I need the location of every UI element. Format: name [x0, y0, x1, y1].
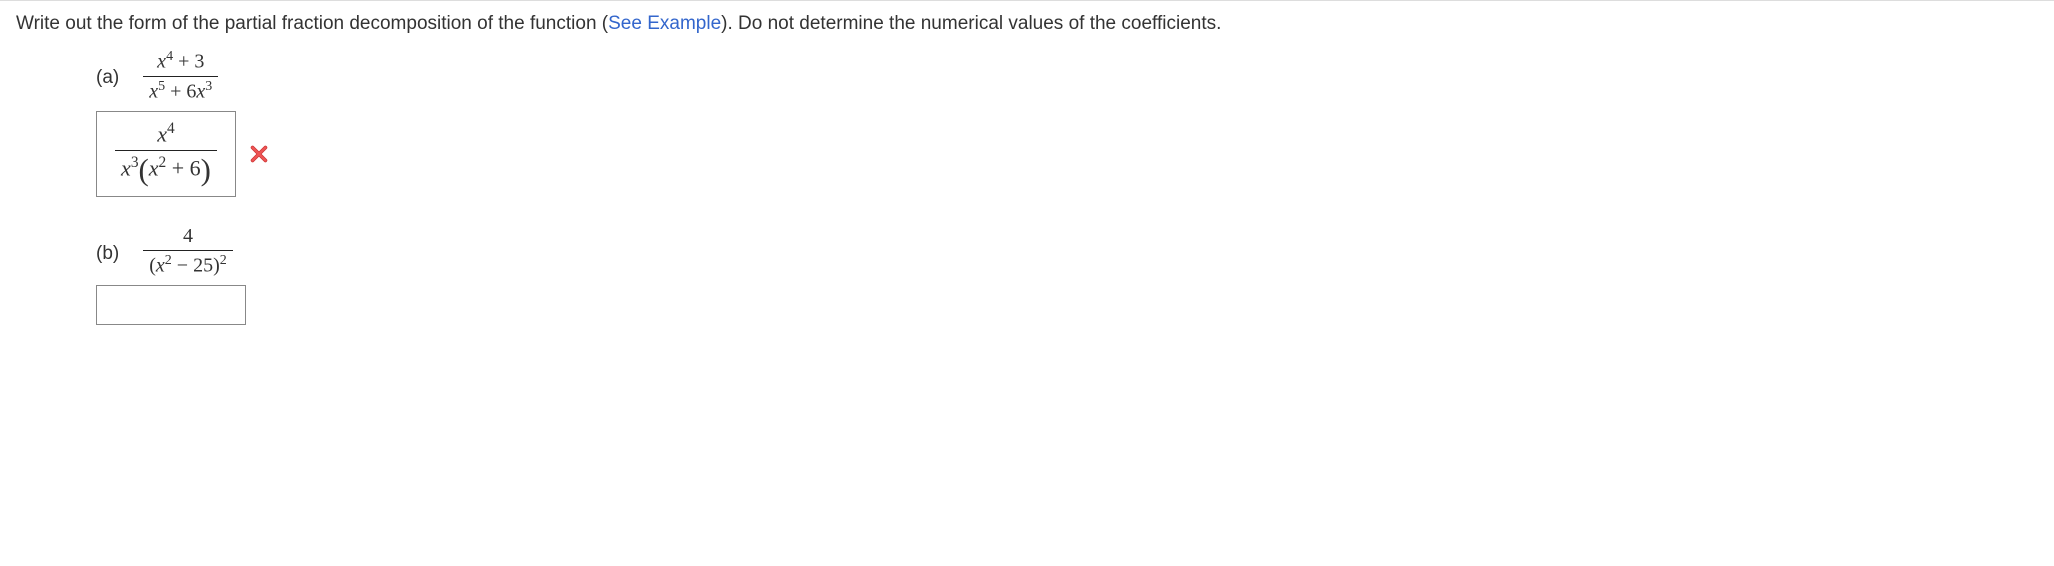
problem-a-row: (a) x4 + 3 x5 + 6x3: [96, 49, 2038, 103]
problem-a-answer-fraction: x4 x3(x2 + 6): [115, 118, 217, 189]
problem-b-answer-box[interactable]: [96, 285, 246, 325]
problem-a-answer-box[interactable]: x4 x3(x2 + 6): [96, 111, 236, 196]
problem-a-denominator: x5 + 6x3: [143, 76, 218, 104]
problem-a-answer-numerator: x4: [115, 118, 217, 149]
problem-a-fraction: x4 + 3 x5 + 6x3: [143, 49, 218, 103]
problem-b-numerator: 4: [143, 225, 233, 250]
problem-b-fraction: 4 (x2 − 25)2: [143, 225, 233, 278]
instruction-suffix: ). Do not determine the numerical values…: [721, 13, 1221, 34]
problem-a-numerator: x4 + 3: [143, 49, 218, 76]
problem-b-label: (b): [96, 225, 119, 265]
problem-a-answer-row: x4 x3(x2 + 6): [96, 111, 2038, 196]
problem-b-row: (b) 4 (x2 − 25)2: [96, 225, 2038, 278]
problem-a-label: (a): [96, 49, 119, 89]
problem-b-answer-row: [96, 285, 2038, 325]
instruction-text: Write out the form of the partial fracti…: [16, 13, 2038, 35]
problem-b-denominator: (x2 − 25)2: [143, 250, 233, 278]
problem-a-answer-denominator: x3(x2 + 6): [115, 150, 217, 190]
see-example-link[interactable]: See Example: [608, 13, 721, 34]
incorrect-icon: [248, 143, 270, 165]
instruction-prefix: Write out the form of the partial fracti…: [16, 13, 608, 34]
